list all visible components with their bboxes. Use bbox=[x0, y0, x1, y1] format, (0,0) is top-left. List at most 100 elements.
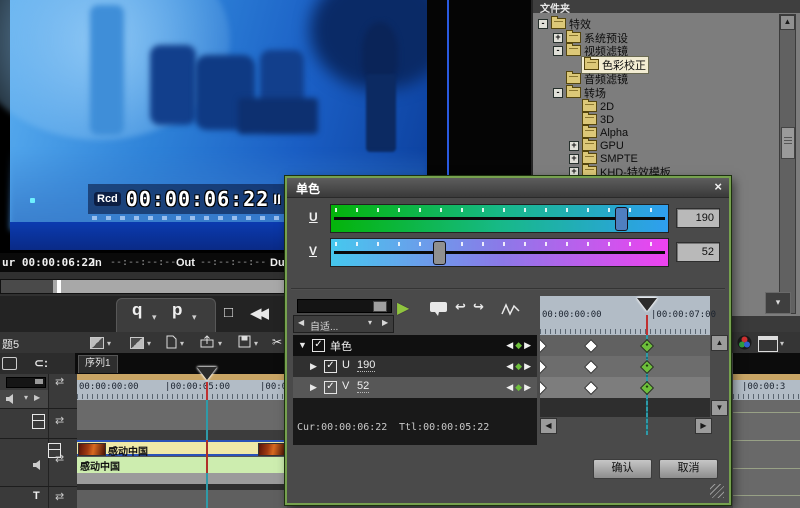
speaker-icon[interactable] bbox=[5, 393, 17, 405]
expand-icon[interactable]: + bbox=[569, 153, 579, 164]
add-keyframe-icon[interactable]: ◆ bbox=[515, 382, 524, 392]
kf-play-icon[interactable]: ▶ bbox=[397, 298, 409, 318]
kf-zoom-thumb[interactable] bbox=[373, 301, 387, 312]
track-height-slider[interactable] bbox=[6, 377, 46, 388]
keyframe-diamond[interactable] bbox=[583, 359, 599, 375]
bin-scroll-down-button[interactable]: ▾ bbox=[765, 292, 791, 314]
kf-scroll-down-icon[interactable]: ▼ bbox=[711, 400, 728, 416]
expand-icon[interactable]: + bbox=[569, 140, 579, 151]
tree-item-gpu[interactable]: + GPU bbox=[569, 138, 624, 152]
curve-editor-icon[interactable] bbox=[501, 302, 521, 316]
save-icon[interactable] bbox=[238, 335, 251, 348]
audio-clip[interactable]: 感动中国 bbox=[77, 457, 287, 473]
row-expand-icon[interactable]: ▼ bbox=[298, 340, 307, 350]
undo-icon[interactable]: ↩ bbox=[455, 299, 466, 315]
tree-item-alpha[interactable]: Alpha bbox=[569, 125, 628, 139]
keyframe-diamond[interactable] bbox=[540, 359, 548, 375]
tab-sequence-1[interactable]: 序列1 bbox=[78, 355, 118, 373]
keyframe-diamond[interactable] bbox=[583, 380, 599, 396]
kf-lane-monochrome[interactable] bbox=[540, 335, 710, 357]
timeline-playhead[interactable] bbox=[197, 367, 217, 380]
sync-icon[interactable]: ⇄ bbox=[55, 375, 64, 388]
audio-sub-track[interactable] bbox=[77, 473, 287, 484]
opacity-dropdown-icon[interactable]: ▾ bbox=[147, 339, 151, 348]
opacity-icon[interactable] bbox=[130, 337, 144, 349]
title-track[interactable] bbox=[77, 490, 287, 508]
expand-icon[interactable]: + bbox=[553, 32, 563, 43]
mixer-icon[interactable] bbox=[90, 337, 104, 349]
u-slider-handle[interactable] bbox=[615, 207, 628, 231]
new-sequence-icon[interactable] bbox=[166, 335, 177, 349]
monitor-expand-icon[interactable]: ▶ bbox=[34, 393, 40, 402]
keyframe-diamond-active[interactable] bbox=[639, 338, 655, 354]
cut-icon[interactable]: ✂ bbox=[272, 335, 282, 349]
dropdown-right-icon[interactable]: ▶ bbox=[382, 318, 388, 327]
v-slider-handle[interactable] bbox=[433, 241, 446, 265]
dropdown-left-icon[interactable]: ◀ bbox=[298, 318, 304, 327]
kf-row-monochrome[interactable]: ▼ ✓ 单色 ◀◆▶ bbox=[293, 335, 537, 357]
keyframe-diamond[interactable] bbox=[540, 380, 548, 396]
stop-button[interactable]: □ bbox=[224, 304, 233, 321]
prev-keyframe-icon[interactable]: ◀ bbox=[506, 340, 515, 350]
u-slider[interactable] bbox=[330, 204, 669, 233]
add-keyframe-icon[interactable]: ◆ bbox=[515, 340, 524, 350]
kf-row-v[interactable]: ▶ ✓ V 52 ◀◆▶ bbox=[293, 377, 537, 399]
kf-lane-u[interactable] bbox=[540, 356, 710, 378]
kf-scroll-right-icon[interactable]: ▶ bbox=[695, 418, 712, 434]
kf-nav-buttons[interactable]: ◀◆▶ bbox=[506, 382, 533, 393]
save-dropdown-icon[interactable]: ▾ bbox=[254, 339, 258, 348]
set-in-dropdown-icon[interactable]: ▾ bbox=[152, 312, 157, 323]
expand-icon[interactable]: + bbox=[569, 166, 579, 177]
title-track-icon[interactable]: T bbox=[33, 490, 40, 502]
audio-track-speaker-icon[interactable] bbox=[32, 459, 44, 471]
u-value-field[interactable]: 190 bbox=[676, 208, 720, 228]
kf-scroll-up-icon[interactable]: ▲ bbox=[711, 335, 728, 351]
scrollbar-thumb[interactable] bbox=[781, 127, 795, 159]
collapse-icon[interactable]: - bbox=[553, 45, 563, 56]
track-height-slider-thumb[interactable] bbox=[35, 379, 43, 384]
sync-icon[interactable]: ⇄ bbox=[55, 414, 64, 427]
close-icon[interactable]: × bbox=[714, 179, 722, 194]
prev-keyframe-icon[interactable]: ◀ bbox=[506, 361, 515, 371]
row-expand-icon[interactable]: ▶ bbox=[310, 361, 317, 372]
empty-video-track[interactable] bbox=[77, 400, 287, 430]
layout-window-icon[interactable] bbox=[758, 336, 778, 352]
next-keyframe-icon[interactable]: ▶ bbox=[524, 340, 533, 350]
row-checkbox[interactable]: ✓ bbox=[312, 339, 325, 352]
next-keyframe-icon[interactable]: ▶ bbox=[524, 361, 533, 371]
row-value[interactable]: 52 bbox=[357, 380, 370, 393]
rewind-button[interactable]: ◀◀ bbox=[250, 304, 269, 322]
set-out-button[interactable]: p bbox=[172, 300, 182, 320]
tree-item-effects[interactable]: - 特效 bbox=[538, 16, 591, 31]
confirm-button[interactable]: 确认 bbox=[593, 459, 652, 479]
mixer-dropdown-icon[interactable]: ▾ bbox=[107, 339, 111, 348]
monitor-dropdown-icon[interactable]: ▾ bbox=[24, 393, 28, 402]
prev-keyframe-icon[interactable]: ◀ bbox=[506, 382, 515, 392]
row-checkbox[interactable]: ✓ bbox=[324, 360, 337, 373]
tree-item-video-filters[interactable]: - 视频滤镜 bbox=[553, 43, 628, 58]
tree-item-3d[interactable]: 3D bbox=[569, 112, 614, 126]
comment-bubble-icon[interactable] bbox=[429, 301, 449, 317]
row-value[interactable]: 190 bbox=[357, 359, 376, 372]
sync-icon[interactable]: ⇄ bbox=[55, 490, 64, 503]
redo-icon[interactable]: ↪ bbox=[473, 299, 484, 315]
timeline-ruler[interactable]: 00:00:00:00 |00:00:05:00 |00:00:1 bbox=[77, 380, 303, 400]
tree-item-audio-filters[interactable]: 音频滤镜 bbox=[553, 71, 628, 86]
dropdown-open-icon[interactable]: ▾ bbox=[368, 318, 372, 327]
kf-playhead[interactable] bbox=[637, 298, 657, 311]
row-expand-icon[interactable]: ▶ bbox=[310, 382, 317, 393]
kf-row-u[interactable]: ▶ ✓ U 190 ◀◆▶ bbox=[293, 356, 537, 378]
collapse-icon[interactable]: - bbox=[553, 87, 563, 98]
video-track-icon[interactable] bbox=[32, 414, 45, 429]
tree-item-transitions[interactable]: - 转场 bbox=[553, 85, 606, 100]
keyframe-diamond[interactable] bbox=[583, 338, 599, 354]
export-icon[interactable] bbox=[200, 335, 214, 348]
export-dropdown-icon[interactable]: ▾ bbox=[218, 339, 222, 348]
set-in-button[interactable]: q bbox=[132, 300, 142, 320]
collapse-icon[interactable]: - bbox=[538, 18, 548, 29]
snap-magnet-icon[interactable]: ⊂: bbox=[34, 356, 48, 370]
color-wheel-icon[interactable] bbox=[737, 335, 752, 350]
resize-grip[interactable] bbox=[710, 484, 724, 498]
video-clip[interactable]: 感动中国 bbox=[77, 440, 287, 458]
kf-scroll-left-icon[interactable]: ◀ bbox=[540, 418, 557, 434]
